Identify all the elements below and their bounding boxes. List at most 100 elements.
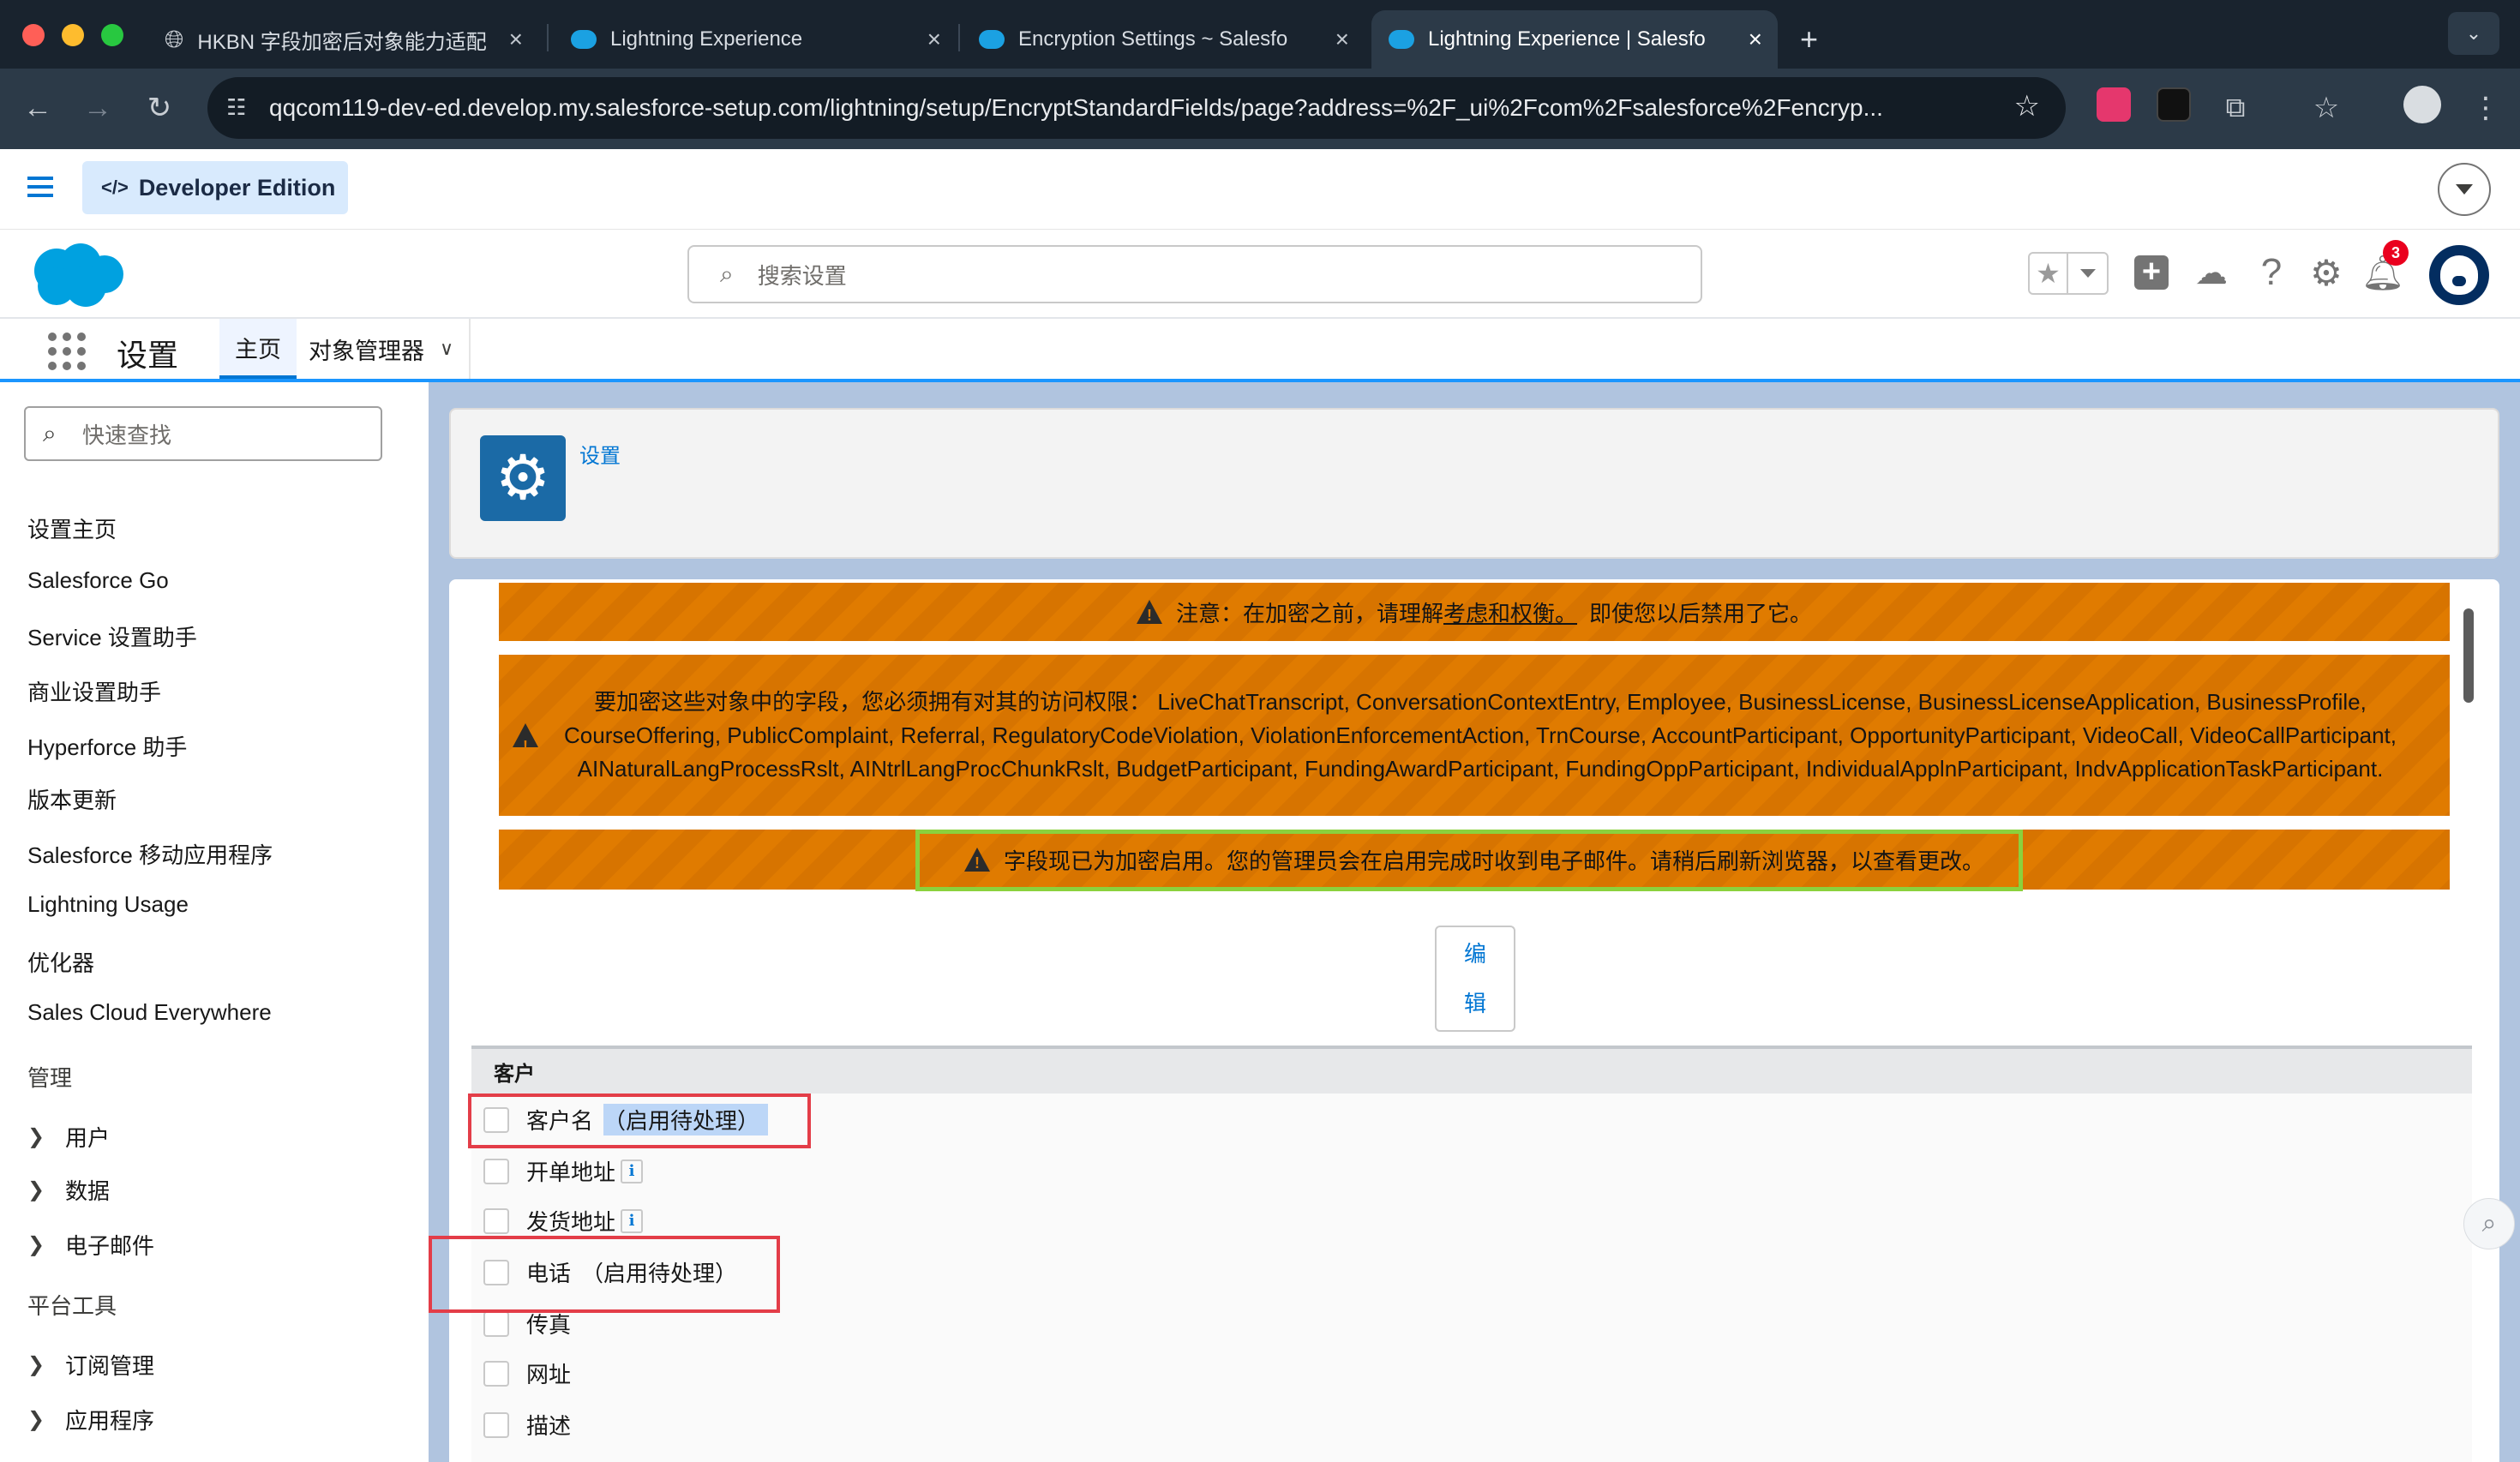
quick-find-placeholder: 快速查找 bbox=[82, 422, 172, 448]
browser-tab-1[interactable]: 🌐︎ HKBN 字段加密后对象能力适配 × bbox=[147, 10, 538, 69]
sidebar-item-sales-cloud-everywhere[interactable]: Sales Cloud Everywhere bbox=[27, 999, 272, 1026]
setup-search-input[interactable]: ⌕ 搜索设置 bbox=[687, 245, 1702, 303]
edit-button[interactable]: 编 辑 bbox=[1435, 926, 1515, 1032]
translate-extension-icon[interactable] bbox=[2097, 87, 2131, 122]
tab-object-manager[interactable]: 对象管理器 ∨ bbox=[293, 319, 471, 379]
forward-button[interactable]: → bbox=[74, 84, 122, 132]
salesforce-logo[interactable] bbox=[26, 238, 127, 310]
gear-icon: ⚙ bbox=[495, 444, 551, 512]
global-actions-icon[interactable]: + bbox=[2131, 252, 2172, 293]
sidebar-item-email[interactable]: ❯ 电子邮件 bbox=[27, 1229, 154, 1261]
field-checkbox[interactable] bbox=[483, 1310, 509, 1337]
warning-text: 即使您以后禁用了它。 bbox=[1589, 600, 1813, 626]
favorites-dropdown-icon[interactable] bbox=[2068, 254, 2107, 293]
more-vertical-icon: ⋮ bbox=[2471, 92, 2500, 124]
new-tab-button[interactable]: + bbox=[1783, 10, 1834, 69]
site-settings-icon[interactable]: ☷ bbox=[226, 94, 246, 121]
sf-global-header: ⌕ 搜索设置 ★ + ☁ ? ⚙ 🔔︎ 3 bbox=[0, 230, 2520, 319]
trailhead-icon[interactable]: ☁ bbox=[2191, 252, 2232, 293]
setup-gear-icon[interactable]: ⚙ bbox=[2306, 252, 2347, 293]
chevron-right-icon: ❯ bbox=[27, 1353, 45, 1376]
browser-tab-3[interactable]: Encryption Settings ~ Salesfo × bbox=[962, 10, 1365, 69]
warning-icon bbox=[1136, 600, 1162, 625]
dropdown-circle-button[interactable] bbox=[2438, 163, 2491, 216]
field-label: 网址 bbox=[526, 1362, 572, 1387]
profile-avatar[interactable] bbox=[2403, 86, 2441, 123]
sidebar-item-release-updates[interactable]: 版本更新 bbox=[27, 783, 117, 815]
sidebar-item-service-assistant[interactable]: Service 设置助手 bbox=[27, 620, 197, 652]
sidebar-item-data[interactable]: ❯ 数据 bbox=[27, 1174, 110, 1206]
sidebar-item-lightning-usage[interactable]: Lightning Usage bbox=[27, 891, 189, 918]
app-launcher-icon[interactable] bbox=[48, 333, 86, 370]
considerations-link[interactable]: 考虑和权衡。 bbox=[1443, 596, 1577, 628]
browser-menu-button[interactable]: ⋮ bbox=[2462, 84, 2510, 132]
sidebar-item-subscription[interactable]: ❯ 订阅管理 bbox=[27, 1349, 154, 1381]
tab-title: Encryption Settings ~ Salesfo bbox=[1018, 27, 1288, 51]
address-bar[interactable]: ☷ qqcom119-dev-ed.develop.my.salesforce-… bbox=[207, 77, 2066, 139]
sidebar-group-admin: 管理 bbox=[27, 1065, 73, 1091]
tab-home[interactable]: 主页 bbox=[219, 319, 297, 379]
close-tab-icon[interactable]: × bbox=[927, 26, 941, 53]
sidebar-item-apps[interactable]: ❯ 应用程序 bbox=[27, 1404, 154, 1435]
hamburger-menu-icon[interactable] bbox=[27, 177, 53, 197]
sidebar-item-hyperforce[interactable]: Hyperforce 助手 bbox=[27, 730, 187, 762]
help-icon[interactable]: ? bbox=[2251, 251, 2292, 293]
sidebar-item-setup-home[interactable]: 设置主页 bbox=[27, 512, 117, 544]
bookmark-star-icon[interactable]: ☆ bbox=[2014, 89, 2040, 123]
chevron-down-icon[interactable]: ∨ bbox=[440, 338, 453, 360]
bookmarks-button[interactable]: ☆ bbox=[2302, 84, 2350, 132]
highlight-annotation-green bbox=[915, 830, 2023, 891]
minimize-window-button[interactable] bbox=[62, 24, 84, 46]
user-avatar[interactable] bbox=[2429, 245, 2489, 305]
extensions-button[interactable]: ⧉ bbox=[2211, 84, 2259, 132]
field-checkbox[interactable] bbox=[483, 1360, 509, 1387]
panel-scrollbar[interactable] bbox=[2463, 608, 2474, 703]
section-title: 客户 bbox=[494, 1062, 535, 1086]
field-checkbox[interactable] bbox=[483, 1158, 509, 1184]
close-window-button[interactable] bbox=[22, 24, 45, 46]
terminal-extension-icon[interactable] bbox=[2157, 87, 2191, 122]
browser-tab-4-active[interactable]: Lightning Experience | Salesfo × bbox=[1371, 10, 1778, 69]
tab-search-button[interactable]: ⌄ bbox=[2448, 12, 2499, 55]
notifications-bell-icon[interactable]: 🔔︎ 3 bbox=[2361, 240, 2409, 293]
sidebar-item-users[interactable]: ❯ 用户 bbox=[27, 1121, 110, 1153]
back-button[interactable]: ← bbox=[14, 84, 62, 132]
caret-down-icon bbox=[2456, 184, 2473, 195]
developer-edition-badge[interactable]: </> Developer Edition bbox=[82, 161, 348, 214]
field-checkbox[interactable] bbox=[483, 1411, 509, 1438]
favorites-button-group[interactable]: ★ bbox=[2028, 252, 2109, 295]
field-checkbox[interactable] bbox=[483, 1207, 509, 1234]
star-list-icon: ☆ bbox=[2313, 92, 2340, 124]
sidebar-group-platform-tools: 平台工具 bbox=[27, 1293, 117, 1319]
maximize-window-button[interactable] bbox=[101, 24, 123, 46]
section-header-account: 客户 bbox=[471, 1046, 2472, 1094]
favorite-star-icon[interactable]: ★ bbox=[2030, 254, 2069, 293]
sidebar-item-mobile-app[interactable]: Salesforce 移动应用程序 bbox=[27, 838, 273, 870]
salesforce-cloud-icon bbox=[1389, 30, 1414, 49]
chevron-right-icon: ❯ bbox=[27, 1233, 45, 1256]
browser-tab-2[interactable]: Lightning Experience × bbox=[554, 10, 957, 69]
reload-button[interactable]: ↻ bbox=[135, 84, 183, 132]
setup-gear-tile: ⚙ bbox=[480, 435, 566, 521]
tab-separator bbox=[958, 24, 960, 51]
field-label: 描述 bbox=[526, 1413, 572, 1439]
close-tab-icon[interactable]: × bbox=[509, 26, 523, 53]
quick-find-input[interactable]: ⌕ 快速查找 bbox=[24, 406, 382, 461]
close-tab-icon[interactable]: × bbox=[1335, 26, 1349, 53]
search-icon: ⌕ bbox=[43, 420, 57, 446]
edit-label-line2: 辑 bbox=[1463, 991, 1486, 1016]
info-icon[interactable]: i bbox=[621, 1208, 644, 1233]
edit-label-line1: 编 bbox=[1463, 941, 1486, 967]
floating-search-icon[interactable]: ⌕ bbox=[2463, 1198, 2515, 1249]
sidebar-item-optimizer[interactable]: 优化器 bbox=[27, 946, 94, 978]
reload-icon: ↻ bbox=[147, 92, 172, 124]
chevron-down-icon: ⌄ bbox=[2465, 22, 2482, 44]
close-tab-icon[interactable]: × bbox=[1749, 26, 1762, 53]
breadcrumb[interactable]: 设置 bbox=[579, 439, 621, 469]
info-icon[interactable]: i bbox=[621, 1159, 644, 1183]
sidebar-item-label: 用户 bbox=[65, 1125, 111, 1151]
url-text[interactable]: qqcom119-dev-ed.develop.my.salesforce-se… bbox=[269, 94, 1983, 122]
salesforce-cloud-icon bbox=[979, 30, 1005, 49]
sidebar-item-business-assistant[interactable]: 商业设置助手 bbox=[27, 675, 161, 707]
sidebar-item-salesforce-go[interactable]: Salesforce Go bbox=[27, 567, 169, 594]
